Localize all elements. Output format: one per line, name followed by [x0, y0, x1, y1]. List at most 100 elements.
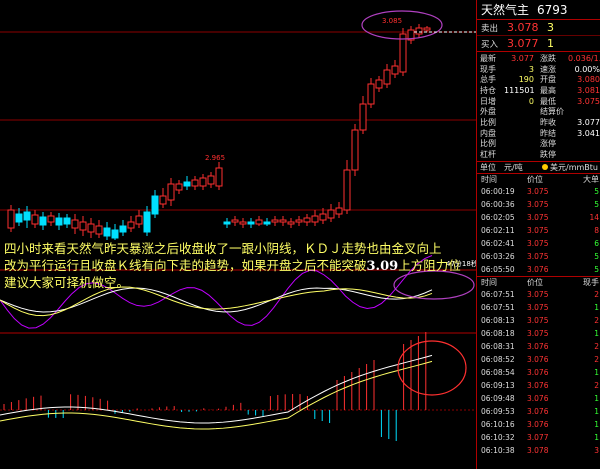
stats-row: 日增 0 最低 3.075	[480, 96, 600, 106]
candle-body	[255, 219, 263, 225]
candle-body	[223, 221, 231, 225]
candle-body	[263, 221, 271, 225]
quote-panel: 天然气主 6793 卖出 3.078 3 买入 3.077 1 最新 3.077 涨…	[476, 0, 600, 469]
candle-body	[135, 215, 143, 225]
buy-volume: 1	[547, 37, 554, 50]
candle-body	[239, 221, 247, 225]
tick-row: 06:08:13 3.075 2	[481, 315, 599, 325]
tick-row: 06:10:38 3.078 3	[481, 445, 599, 455]
candle-body	[207, 175, 215, 185]
candle-body	[87, 223, 95, 233]
analysis-annotation: 四小时来看天然气昨天暴涨之后收盘收了一跟小阴线，ＫＤＪ走势也由金叉向上 改为平行…	[4, 241, 474, 292]
stats-row: 最新3.077涨跌0.036/1.18%	[480, 53, 600, 63]
tick-row: 06:09:48 3.076 1	[481, 393, 599, 403]
candle-body	[279, 219, 287, 223]
unit-row: 单位 元/吨 美元/mmBtu	[477, 162, 600, 174]
tick-row: 06:07:51 3.075 1	[481, 302, 599, 312]
chart-area[interactable]: 3.085 2.965 47分18秒 四小时来看天然气昨天暴涨之后收盘收了一跟小阴线…	[0, 0, 476, 469]
instrument-code: 6793	[537, 2, 568, 17]
candle-body	[391, 65, 399, 75]
tick-row: 06:08:18 3.075 1	[481, 328, 599, 338]
candle-body	[215, 167, 223, 187]
annotation-line-3: 建议大家可择机做空。	[4, 275, 130, 290]
candle-body	[375, 79, 383, 89]
candle-body	[7, 209, 15, 229]
kline-chart[interactable]: 3.0852.96547分18秒	[0, 0, 476, 469]
candle-body	[119, 225, 127, 233]
instrument-name: 天然气主	[481, 3, 530, 17]
tick-row: 06:00:19 3.075 5	[481, 186, 599, 196]
candle-body	[415, 27, 423, 35]
candle-body	[15, 213, 23, 223]
macd-dea-line	[0, 360, 433, 430]
candle-body	[151, 195, 159, 215]
sell-quote: 卖出 3.078 3	[477, 20, 600, 36]
big-order-list[interactable]: 06:00:19 3.075 5 06:00:36 3.075 5 06:02:05 3.07…	[477, 185, 600, 276]
buy-quote: 买入 3.077 1	[477, 36, 600, 52]
candle-body	[319, 213, 327, 221]
tick-row: 06:03:26 3.075 5	[481, 251, 599, 261]
candle-body	[271, 219, 279, 223]
candle-body	[359, 103, 367, 131]
candle-body	[71, 219, 79, 229]
candle-body	[47, 215, 55, 223]
annotation-line-2: 改为平行运行且收盘Ｋ线有向下走的趋势，如果开盘之后不能突破3.09上方阻力位	[4, 257, 461, 274]
tick-row: 06:08:54 3.076 1	[481, 367, 599, 377]
candle-body	[399, 33, 407, 73]
candle-body	[327, 209, 335, 219]
candle-body	[55, 217, 63, 226]
candle-body	[23, 211, 31, 221]
candle-body	[335, 207, 343, 215]
candle-body	[383, 69, 391, 85]
candle-body	[295, 219, 303, 223]
candle-body	[367, 83, 375, 105]
candle-body	[143, 211, 151, 233]
stats-row: 比例 涨停	[480, 139, 556, 149]
candle-body	[183, 181, 191, 187]
sell-volume: 3	[547, 21, 554, 34]
candle-body	[103, 227, 111, 237]
tick-row: 06:07:51 3.075 2	[481, 289, 599, 299]
tick-list[interactable]: 06:07:51 3.075 2 06:07:51 3.075 1 06:08:13 3.07…	[477, 288, 600, 457]
stats-row: 内盘 昨结 3.041	[480, 128, 600, 138]
sell-price: 3.078	[507, 21, 539, 34]
dollar-icon	[542, 164, 548, 171]
tick-row: 06:09:53 3.076 1	[481, 406, 599, 416]
candle-body	[63, 217, 71, 225]
candle-body	[127, 221, 135, 229]
candle-body	[191, 179, 199, 187]
high-price-label: 3.085	[382, 17, 402, 25]
stats-row: 持仓 111501 最高 3.081	[480, 85, 600, 95]
candle-body	[159, 195, 167, 205]
annotation-line-1: 四小时来看天然气昨天暴涨之后收盘收了一跟小阴线，ＫＤＪ走势也由金叉向上	[4, 241, 442, 256]
tick-row: 06:02:41 3.075 6	[481, 238, 599, 248]
tick-row: 06:08:31 3.076 2	[481, 341, 599, 351]
tick-row: 06:02:11 3.075 8	[481, 225, 599, 235]
candle-body	[343, 169, 351, 211]
candle-body	[167, 183, 175, 201]
stats-row: 比例 昨收 3.077	[480, 117, 600, 127]
mid-price-label: 2.965	[205, 154, 225, 162]
tick-row: 06:02:05 3.075 14	[481, 212, 599, 222]
candle-body	[231, 219, 239, 223]
candle-body	[423, 27, 431, 31]
tick-row: 06:00:36 3.075 5	[481, 199, 599, 209]
candle-body	[303, 217, 311, 223]
candle-body	[79, 221, 87, 231]
tick-header-1: 时间 价位 大单	[481, 174, 599, 184]
tick-row: 06:10:16 3.076 1	[481, 419, 599, 429]
candle-body	[287, 221, 295, 225]
candle-body	[31, 214, 39, 225]
tick-row: 06:08:52 3.076 2	[481, 354, 599, 364]
candle-body	[351, 129, 359, 171]
candle-body	[175, 183, 183, 191]
candle-body	[95, 225, 103, 235]
candle-body	[199, 177, 207, 187]
candle-body	[111, 229, 119, 239]
candle-body	[247, 221, 255, 225]
tick-row: 06:10:32 3.077 1	[481, 432, 599, 442]
stats-table: 最新3.077涨跌0.036/1.18%现手3速涨0.00%总手190开盘3.0…	[477, 52, 600, 162]
candle-body	[39, 216, 47, 226]
tick-header-2: 时间 价位 现手	[481, 277, 599, 287]
candle-body	[311, 215, 319, 223]
